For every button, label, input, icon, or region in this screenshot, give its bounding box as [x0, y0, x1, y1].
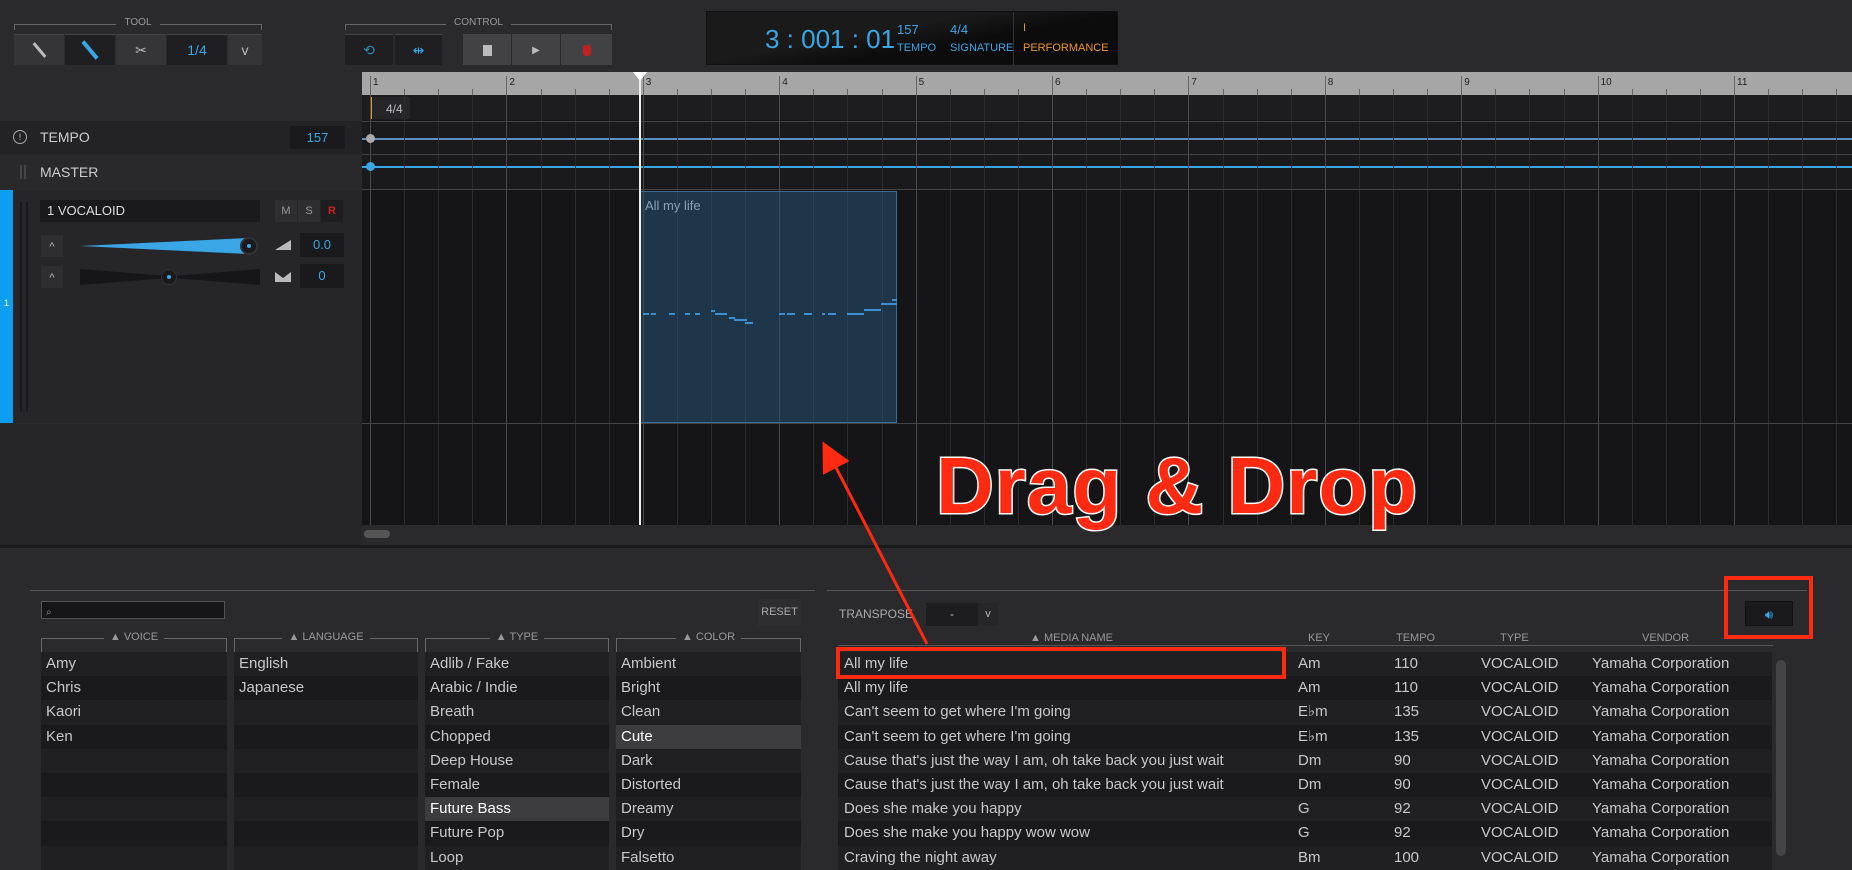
drag-arrow — [822, 441, 929, 645]
drag-drop-annotation: Drag & Drop — [934, 440, 1419, 532]
